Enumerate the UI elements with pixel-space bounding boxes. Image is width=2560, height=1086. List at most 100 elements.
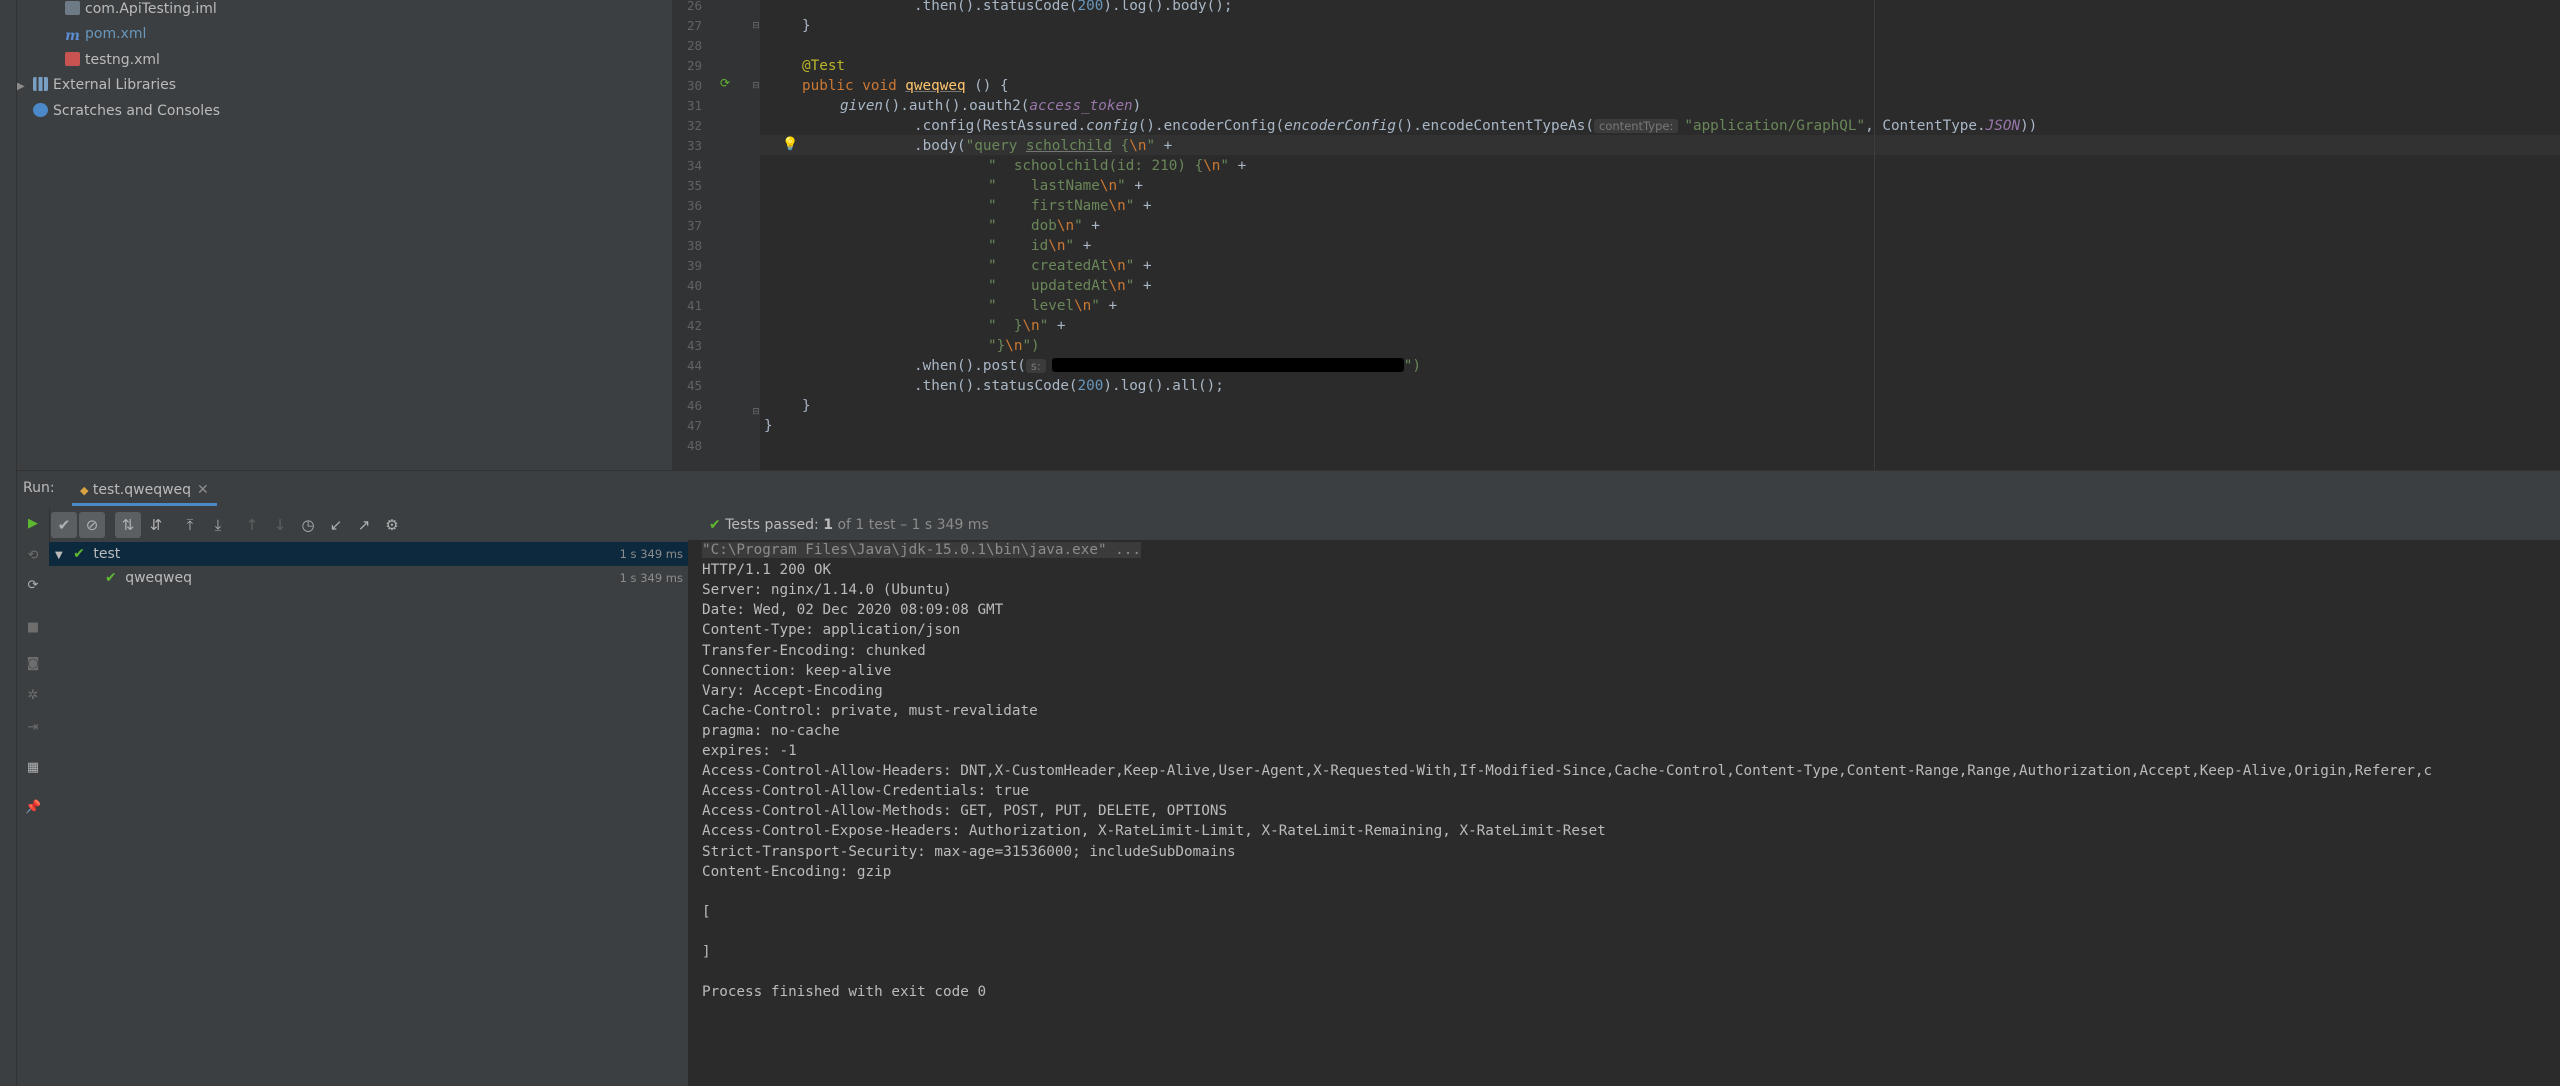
code-line-31: given().auth().oauth2(access_token) — [840, 98, 1142, 114]
previous-failed-icon[interactable]: ↑ — [239, 512, 265, 538]
console-line: Server: nginx/1.14.0 (Ubuntu) — [702, 582, 952, 599]
code-line-35: " lastName\n" + — [988, 178, 1143, 194]
layout-icon[interactable]: ▦ — [25, 760, 41, 776]
test-status-line: ✔ Tests passed: 1 of 1 test – 1 s 349 ms — [689, 508, 2560, 542]
code-line-45: .then().statusCode(200).log().all(); — [914, 378, 1224, 394]
code-line-42: " }\n" + — [988, 318, 1066, 334]
line-number: 37 — [686, 218, 702, 233]
expand-arrow-icon[interactable]: ▶ — [17, 77, 33, 97]
tab-label: test.qweqweq — [92, 482, 192, 498]
line-number: 32 — [686, 118, 702, 133]
console-command-line: "C:\Program Files\Java\jdk-15.0.1\bin\ja… — [702, 542, 1141, 558]
code-line-27: } — [802, 18, 811, 34]
tree-row-qweqweq[interactable]: ✔ qweqweq 1 s 349 ms — [49, 566, 689, 590]
left-tool-stripe — [0, 0, 17, 1086]
console-line: ] — [702, 944, 711, 960]
run-title: Run: — [23, 480, 55, 496]
iml-file-icon — [65, 1, 80, 15]
exit-icon[interactable]: ⇥ — [25, 720, 41, 736]
line-number: 42 — [686, 318, 702, 333]
console-line: Date: Wed, 02 Dec 2020 08:09:08 GMT — [702, 602, 1004, 619]
line-number: 36 — [686, 198, 702, 213]
console-output[interactable]: "C:\Program Files\Java\jdk-15.0.1\bin\ja… — [688, 540, 2560, 1086]
collapse-arrow-icon[interactable]: ▼ — [55, 550, 63, 561]
test-runner-toolbar: ✔ ⊘ ⇅ ⇵ ⤒ ⤓ ↑ ↓ ◷ ↙ ↗ ⚙ — [49, 508, 689, 542]
next-failed-icon[interactable]: ↓ — [267, 512, 293, 538]
import-tests-icon[interactable]: ↙ — [323, 512, 349, 538]
sort-alphabetically-icon[interactable]: ⇅ — [115, 512, 141, 538]
parameter-hint: s: — [1025, 359, 1046, 373]
duration: 1 s 349 ms — [619, 547, 683, 561]
code-line-26: .then().statusCode(200).log().body(); — [914, 0, 1233, 14]
sort-by-duration-icon[interactable]: ⇵ — [143, 512, 169, 538]
code-line-29: @Test — [802, 58, 846, 74]
pin-icon[interactable]: 📌 — [25, 800, 41, 816]
intention-bulb-icon[interactable]: 💡 — [782, 138, 798, 152]
console-line: Strict-Transport-Security: max-age=31536… — [702, 843, 1236, 860]
tree-item-label: External Libraries — [53, 77, 176, 93]
tree-item-external-libraries[interactable]: ▶ External Libraries — [17, 75, 176, 95]
check-icon: ✔ — [73, 546, 85, 562]
tree-row-label: qweqweq — [125, 570, 192, 586]
console-line: expires: -1 — [702, 743, 797, 759]
line-number: 33 — [686, 138, 702, 153]
run-config-icon: ◆ — [80, 484, 89, 497]
tree-item-scratches[interactable]: Scratches and Consoles — [33, 101, 220, 121]
code-line-40: " updatedAt\n" + — [988, 278, 1152, 294]
code-editor[interactable]: 26 27 28 29 30 31 32 33 34 35 36 37 38 39 40 41 42 43 44 45… — [672, 0, 2560, 470]
code-line-33: .body("query scholchild {\n" + — [914, 138, 1173, 154]
settings-icon[interactable]: ⚙ — [379, 512, 405, 538]
line-number: 31 — [686, 98, 702, 113]
fold-marker-icon[interactable]: ⊟ — [749, 405, 763, 419]
code-line-36: " firstName\n" + — [988, 198, 1152, 214]
rerun-icon[interactable]: ▶ — [25, 516, 41, 532]
console-line: Vary: Accept-Encoding — [702, 682, 883, 699]
code-line-47: } — [764, 418, 773, 434]
xml-file-icon — [65, 52, 80, 66]
collapse-all-icon[interactable]: ⤓ — [205, 512, 231, 538]
tree-row-test[interactable]: ▼ ✔ test 1 s 349 ms — [49, 542, 689, 566]
run-side-toolbar: ▶ ⟲ ⟳ ■ ◙ ✲ ⇥ ▦ 📌 — [17, 508, 50, 1086]
fold-marker-icon[interactable]: ⊟ — [749, 19, 763, 33]
tab-run-configuration[interactable]: ◆ test.qweqweq ✕ — [72, 477, 217, 506]
console-line: Access-Control-Allow-Headers: DNT,X-Cust… — [702, 763, 2433, 780]
close-icon[interactable]: ✕ — [197, 482, 209, 498]
tree-item-label: Scratches and Consoles — [53, 103, 220, 119]
tree-item-testng[interactable]: testng.xml — [65, 50, 160, 70]
console-line: Connection: keep-alive — [702, 662, 892, 679]
tree-item-label: pom.xml — [85, 26, 147, 42]
stop-icon[interactable]: ■ — [25, 620, 41, 636]
check-icon: ✔ — [105, 570, 117, 586]
camera-icon[interactable]: ◙ — [25, 656, 41, 672]
line-number: 30 — [686, 78, 702, 93]
console-line: Process finished with exit code 0 — [702, 984, 987, 1001]
settings-icon[interactable]: ✲ — [25, 688, 41, 704]
expand-all-icon[interactable]: ⤒ — [177, 512, 203, 538]
code-line-32: .config(RestAssured.config().encoderConf… — [914, 118, 2038, 134]
code-line-37: " dob\n" + — [988, 218, 1100, 234]
parameter-hint: contentType: — [1594, 119, 1679, 133]
line-number: 28 — [686, 38, 702, 53]
tree-item-pom[interactable]: m pom.xml — [65, 24, 146, 44]
code-line-39: " createdAt\n" + — [988, 258, 1152, 274]
show-ignored-icon[interactable]: ⊘ — [79, 512, 105, 538]
code-line-44: .when().post(s: ") — [914, 358, 1421, 374]
run-test-gutter-icon[interactable]: ⟳ — [718, 76, 732, 90]
line-number: 46 — [686, 398, 702, 413]
tree-item-iml[interactable]: com.ApiTesting.iml — [65, 0, 217, 19]
export-tests-icon[interactable]: ↗ — [351, 512, 377, 538]
rerun-failed-icon[interactable]: ⟲ — [25, 548, 41, 564]
toggle-auto-test-icon[interactable]: ⟳ — [25, 578, 41, 594]
fold-marker-icon[interactable]: ⊟ — [749, 79, 763, 93]
console-line: Cache-Control: private, must-revalidate — [702, 702, 1038, 719]
code-line-41: " level\n" + — [988, 298, 1118, 314]
console-line: pragma: no-cache — [702, 722, 840, 739]
show-passed-icon[interactable]: ✔ — [51, 512, 77, 538]
line-number: 44 — [686, 358, 702, 373]
history-icon[interactable]: ◷ — [295, 512, 321, 538]
line-number: 48 — [686, 438, 702, 453]
status-count: 1 — [823, 517, 833, 533]
right-margin-guide — [1874, 0, 1875, 470]
line-number: 45 — [686, 378, 702, 393]
line-number: 41 — [686, 298, 702, 313]
